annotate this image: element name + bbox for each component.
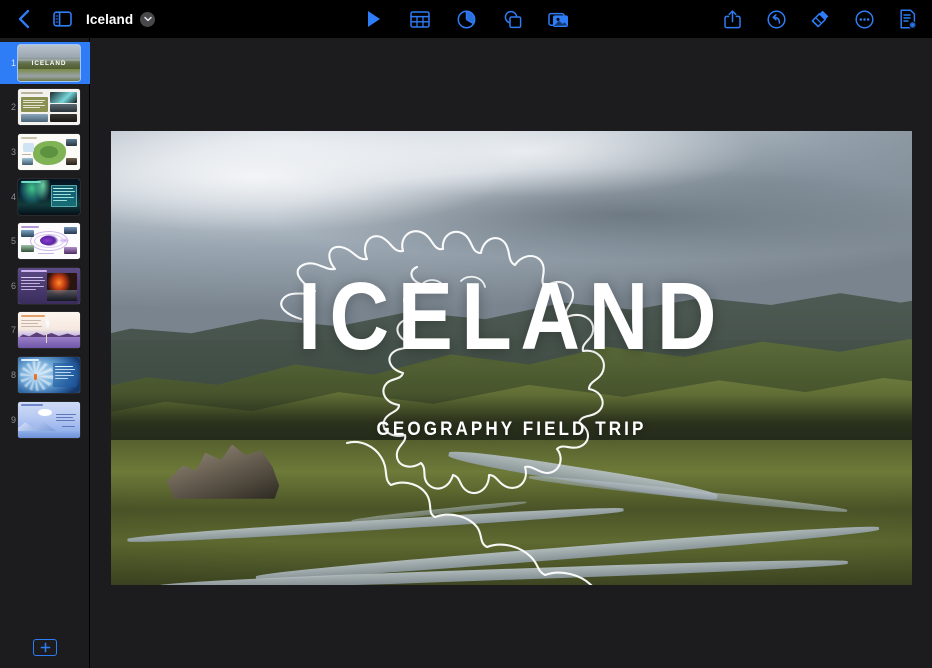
slide-thumbnail-image (18, 223, 80, 260)
document-options-button[interactable] (894, 5, 922, 33)
slide-thumbnail-7[interactable]: 7 (0, 310, 90, 352)
toolbar-left-group: Iceland (0, 5, 156, 33)
toolbar: Iceland (0, 0, 932, 38)
slide-thumbnail-image (18, 356, 80, 393)
document-title[interactable]: Iceland (86, 12, 133, 27)
keynote-app: Iceland 1 ICELAND 2 3 4 5 6 7 8 9 ICELAN… (0, 0, 932, 668)
slide-subtitle-text[interactable]: GEOGRAPHY FIELD TRIP (151, 419, 872, 441)
share-button[interactable] (718, 5, 746, 33)
slide-number: 1 (10, 57, 16, 68)
toolbar-right-group (718, 5, 922, 33)
slide-thumbnail-image (18, 178, 80, 215)
slide-thumbnail-image (18, 267, 80, 304)
undo-button[interactable] (762, 5, 790, 33)
toolbar-center-group (360, 5, 572, 33)
insert-media-button[interactable] (544, 5, 572, 33)
current-slide[interactable]: ICELAND GEOGRAPHY FIELD TRIP (111, 131, 912, 585)
slide-thumbnail-image (18, 401, 80, 438)
slide-title-text[interactable]: ICELAND (167, 269, 856, 365)
slide-thumbnail-8[interactable]: 8 (0, 354, 90, 396)
slide-number: 7 (10, 325, 16, 336)
add-slide-button[interactable] (33, 638, 57, 656)
slide-thumbnail-image (18, 133, 80, 170)
slide-number: 2 (10, 102, 16, 113)
insert-shape-button[interactable] (498, 5, 526, 33)
insert-table-button[interactable] (406, 5, 434, 33)
format-button[interactable] (806, 5, 834, 33)
title-chevron-down-icon[interactable] (140, 11, 156, 27)
play-button[interactable] (360, 5, 388, 33)
back-button[interactable] (10, 5, 38, 33)
slide-thumbnail-image: ICELAND (18, 44, 80, 81)
slide-thumbnail-list[interactable]: 1 ICELAND 2 3 4 5 6 7 8 9 (0, 38, 90, 626)
slide-thumbnail-1[interactable]: 1 ICELAND (0, 42, 90, 84)
slide-number: 9 (10, 414, 16, 425)
slide-thumbnail-image (18, 312, 80, 349)
more-button[interactable] (850, 5, 878, 33)
sidebar-toggle-button[interactable] (48, 5, 76, 33)
slide-navigator-sidebar: 1 ICELAND 2 3 4 5 6 7 8 9 (0, 38, 90, 668)
slide-thumbnail-6[interactable]: 6 (0, 265, 90, 307)
slide-thumbnail-image (18, 89, 80, 126)
add-slide-bar (0, 626, 90, 668)
plus-icon (40, 642, 50, 652)
slide-thumbnail-2[interactable]: 2 (0, 87, 90, 129)
slide-number: 6 (10, 280, 16, 291)
slide-number: 8 (10, 369, 16, 380)
slide-canvas-area[interactable]: ICELAND GEOGRAPHY FIELD TRIP (90, 38, 932, 668)
slide-number: 5 (10, 236, 16, 247)
slide-thumbnail-3[interactable]: 3 (0, 131, 90, 173)
slide-number: 3 (10, 146, 16, 157)
insert-chart-button[interactable] (452, 5, 480, 33)
slide-thumbnail-5[interactable]: 5 (0, 220, 90, 262)
slide-number: 4 (10, 191, 16, 202)
slide-thumbnail-9[interactable]: 9 (0, 399, 90, 441)
slide-thumbnail-4[interactable]: 4 (0, 176, 90, 218)
